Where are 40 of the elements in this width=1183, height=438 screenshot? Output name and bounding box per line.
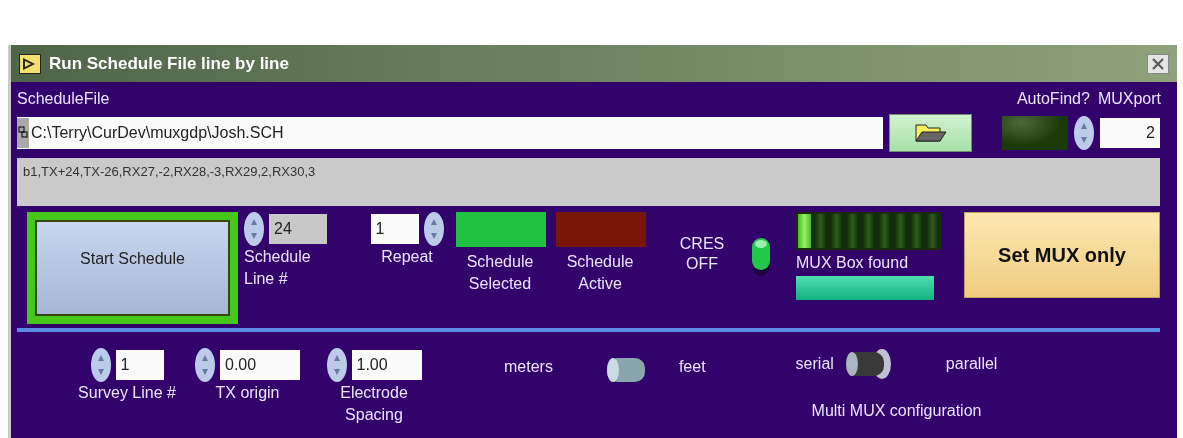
close-button[interactable] xyxy=(1147,53,1169,74)
repeat-field[interactable]: 1 xyxy=(370,214,419,244)
light-label: Schedule Selected xyxy=(465,252,535,294)
light-label: Schedule Active xyxy=(565,252,635,294)
close-icon xyxy=(1152,57,1164,70)
field-label: MUXport xyxy=(1097,90,1161,108)
path-field[interactable]: C:\Terry\CurDev\muxgdp\Josh.SCH xyxy=(17,117,883,149)
number-field[interactable]: 1 xyxy=(115,350,164,380)
schedule-line-display: b1,TX+24,TX-26,RX27,-2,RX28,-3,RX29,2,RX30,3 xyxy=(17,158,1160,206)
group-label: Multi MUX configuration xyxy=(811,402,982,420)
field-label: Schedule Line # xyxy=(244,247,312,289)
folder-icon xyxy=(913,121,948,145)
field-label: Electrode Spacing xyxy=(339,383,409,425)
window-title: Run Schedule File line by line xyxy=(49,53,289,74)
app-icon xyxy=(19,53,41,74)
spinner-button[interactable] xyxy=(244,212,264,246)
browse-button[interactable] xyxy=(889,114,972,152)
number-field[interactable]: 1.00 xyxy=(351,350,422,380)
field-label: AutoFind? xyxy=(1016,90,1090,108)
path-icon xyxy=(17,118,29,148)
switch-label: meters xyxy=(504,358,553,376)
number-field[interactable]: 0.00 xyxy=(220,350,300,380)
switch-label: feet xyxy=(678,358,706,376)
spinner-button[interactable] xyxy=(423,212,444,246)
spinner-button[interactable] xyxy=(195,348,215,382)
indicator-label: MUX Box found xyxy=(796,254,910,272)
start-schedule-button[interactable]: Start Schedule xyxy=(35,220,230,316)
switch-label: CRES OFF xyxy=(678,234,726,274)
field-label: Survey Line # xyxy=(77,383,177,403)
field-label: ScheduleFile xyxy=(17,90,110,108)
switch-label: serial xyxy=(795,355,834,373)
spinner-button[interactable] xyxy=(90,348,111,382)
spinner-button[interactable] xyxy=(326,348,347,382)
set-mux-button[interactable]: Set MUX only xyxy=(964,212,1160,298)
field-label: TX origin xyxy=(214,383,281,403)
line-number-display: 24 xyxy=(269,214,327,244)
switch-label: parallel xyxy=(945,355,998,373)
spinner-button[interactable] xyxy=(1074,116,1094,150)
port-field[interactable]: 2 xyxy=(1100,118,1160,148)
field-label: Repeat xyxy=(381,247,433,267)
